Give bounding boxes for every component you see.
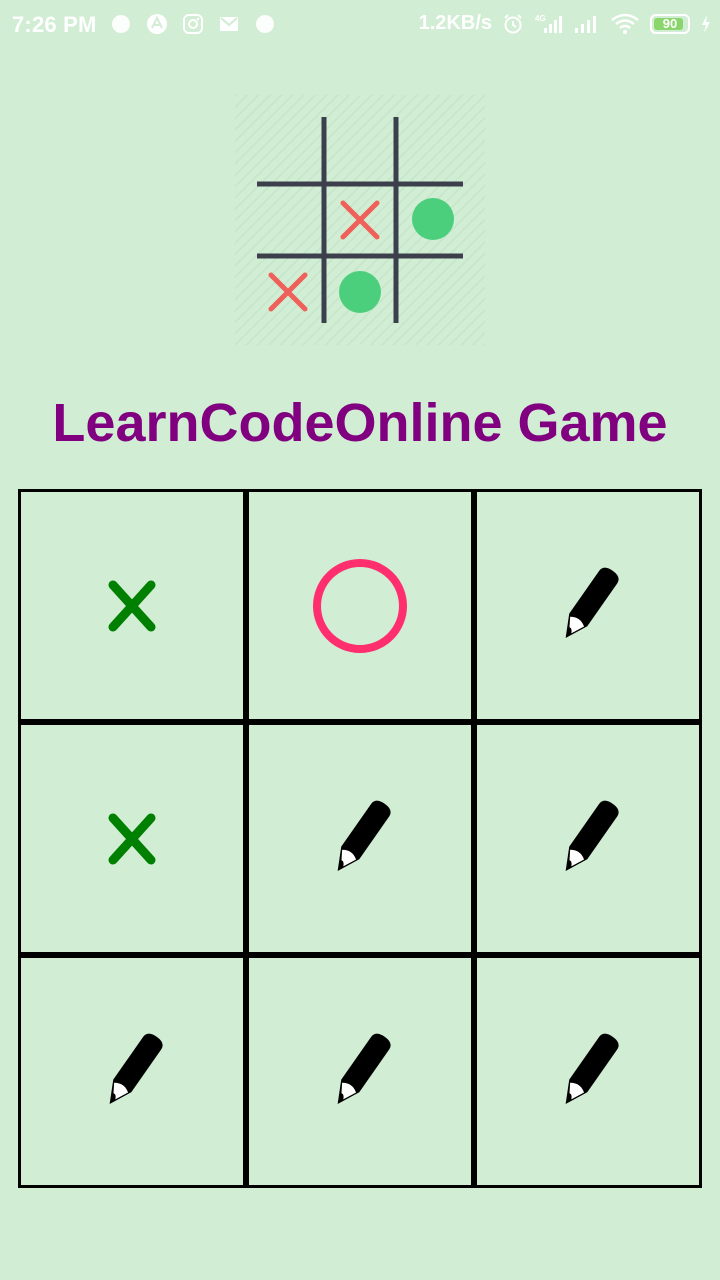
mail-icon xyxy=(220,17,238,31)
board-cell-4[interactable] xyxy=(21,725,243,952)
system-status: 1.2KB/s 4G 90 xyxy=(419,12,712,35)
board-cell-5[interactable] xyxy=(249,725,471,952)
instagram-icon xyxy=(183,14,203,34)
pencil-icon xyxy=(337,1033,391,1104)
board-cell-9[interactable] xyxy=(477,958,699,1185)
board-cell-3[interactable] xyxy=(477,492,699,719)
notification-icons xyxy=(110,13,276,35)
charging-icon xyxy=(702,14,710,33)
pencil-icon xyxy=(565,800,619,871)
game-board xyxy=(18,489,702,1188)
board-cell-6[interactable] xyxy=(477,725,699,952)
app-screen: 7:26 PM 1.2KB/s 4G 90 LearnCodeOnline Ga… xyxy=(0,0,720,1280)
circle-icon xyxy=(313,558,407,653)
network-type: 4G xyxy=(535,14,546,23)
board-cell-7[interactable] xyxy=(21,958,243,1185)
net-speed: 1.2KB/s xyxy=(418,12,492,34)
logo-o-mark xyxy=(412,198,454,240)
status-time: 7:26 PM xyxy=(12,12,97,37)
board-cell-8[interactable] xyxy=(249,958,471,1185)
alarm-icon xyxy=(504,13,522,33)
board-cell-2[interactable] xyxy=(249,492,471,719)
battery-level: 90 xyxy=(662,16,678,31)
pencil-icon xyxy=(565,1033,619,1104)
pencil-icon xyxy=(109,1033,163,1104)
circle-app-icon xyxy=(256,15,274,33)
circle-app-icon xyxy=(112,15,130,33)
board-cell-1[interactable] xyxy=(21,492,243,719)
battery-icon: 90 xyxy=(650,13,690,34)
pencil-icon xyxy=(565,567,619,638)
signal-icon xyxy=(575,15,596,33)
tic-tac-toe-logo xyxy=(235,95,485,345)
page-title: LearnCodeOnline Game xyxy=(52,393,668,453)
logo-o-mark xyxy=(339,271,381,313)
pencil-icon xyxy=(337,800,391,871)
cross-icon xyxy=(108,813,156,864)
status-bar: 7:26 PM 1.2KB/s 4G 90 xyxy=(0,0,720,52)
cross-icon xyxy=(108,580,156,631)
wifi-icon xyxy=(611,13,639,34)
arrow-app-icon xyxy=(147,14,167,34)
signal-4g-icon: 4G xyxy=(535,14,562,33)
